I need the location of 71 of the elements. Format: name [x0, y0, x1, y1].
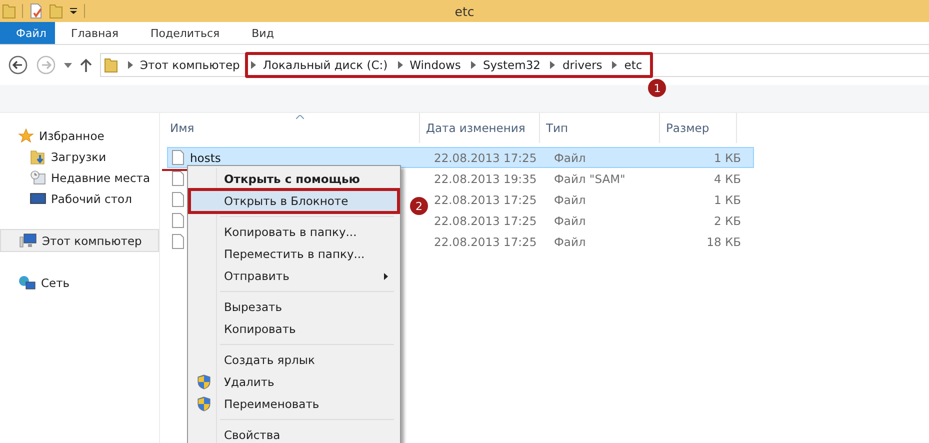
menu-item[interactable]: Копировать в папку... — [190, 221, 398, 243]
chevron-icon[interactable] — [612, 61, 618, 69]
ribbon-tab[interactable]: Главная — [55, 22, 135, 44]
menu-item[interactable]: Вырезать — [190, 296, 398, 318]
menu-item[interactable]: Свойства — [190, 424, 398, 443]
back-icon[interactable] — [8, 55, 28, 75]
menu-item[interactable]: Удалить — [190, 371, 398, 393]
window-title: etc — [454, 4, 476, 18]
file-icon — [172, 150, 184, 165]
folder-icon — [104, 57, 118, 73]
column-header[interactable]: Тип — [540, 113, 660, 143]
ribbon-tab[interactable]: Файл — [0, 22, 55, 44]
step-number-badge: 1 — [648, 79, 666, 97]
sidebar-item[interactable]: Загрузки — [0, 146, 159, 167]
shield-icon — [197, 396, 211, 412]
table-cell-text: 22.08.2013 17:25 — [433, 234, 538, 248]
table-cell-text: Файл — [553, 234, 587, 248]
sidebar-item[interactable]: Рабочий стол — [0, 188, 159, 209]
clock-window-icon — [30, 170, 46, 186]
table-cell-text: 22.08.2013 17:25 — [433, 192, 538, 206]
table-cell-text: Файл — [553, 214, 587, 228]
table-cell-text: Файл — [553, 150, 587, 164]
menu-item[interactable]: Открыть с помощью — [190, 168, 398, 190]
file-name: hosts — [190, 150, 221, 164]
sidebar-item[interactable]: Сеть — [0, 272, 159, 293]
table-cell-text: 2 КБ — [712, 214, 742, 228]
table-cell-text: 4 КБ — [712, 172, 742, 186]
menu-item[interactable]: Создать ярлык — [190, 349, 398, 371]
table-cell-text: 22.08.2013 17:25 — [433, 214, 538, 228]
menu-item[interactable]: Отправить — [190, 265, 398, 287]
network-icon — [18, 274, 36, 290]
table-cell-text: Файл — [553, 192, 587, 206]
dropdown-icon[interactable] — [64, 62, 72, 68]
folder-icon — [30, 148, 46, 164]
star-icon — [18, 128, 34, 144]
sidebar-item[interactable]: Избранное — [0, 125, 159, 146]
table-cell-text: 18 КБ — [706, 234, 742, 248]
column-header[interactable]: Размер — [660, 113, 737, 143]
chevron-icon[interactable] — [250, 61, 256, 69]
table-cell-text: 22.08.2013 19:35 — [433, 172, 538, 186]
chevron-icon[interactable] — [470, 61, 476, 69]
menu-item[interactable]: Копировать — [190, 318, 398, 340]
table-cell-text: 22.08.2013 17:25 — [433, 150, 538, 164]
breadcrumb[interactable]: Этот компьютер — [140, 58, 240, 72]
sidebar-item[interactable]: Этот компьютер — [0, 229, 159, 252]
step-number-badge: 2 — [410, 197, 428, 215]
document-icon[interactable] — [29, 3, 43, 19]
menu-item[interactable]: Переименовать — [190, 393, 398, 415]
table-cell-text: 1 КБ — [712, 192, 742, 206]
table-cell-text: 1 КБ — [712, 150, 742, 164]
chevron-icon[interactable] — [128, 61, 133, 69]
column-header[interactable]: Дата изменения — [420, 113, 540, 143]
ribbon-tab[interactable]: Поделиться — [134, 22, 236, 44]
breadcrumb[interactable]: System32 — [482, 58, 540, 72]
monitor-icon — [30, 192, 46, 206]
column-header[interactable]: Имя — [160, 113, 420, 143]
breadcrumb[interactable]: Windows — [410, 58, 461, 72]
chevron-icon[interactable] — [550, 61, 556, 69]
breadcrumb[interactable]: Локальный диск (C:) — [262, 58, 388, 72]
shield-icon — [197, 374, 211, 390]
chevron-icon[interactable] — [398, 61, 403, 69]
up-arrow-icon[interactable] — [80, 58, 92, 72]
computer-icon — [19, 232, 37, 248]
dropdown-icon[interactable] — [69, 7, 78, 15]
menu-item[interactable]: Переместить в папку... — [190, 243, 398, 265]
breadcrumb[interactable]: etc — [624, 58, 642, 72]
ribbon-tab[interactable]: Вид — [236, 22, 290, 44]
breadcrumb[interactable]: drivers — [562, 58, 602, 72]
table-cell-text: Файл "SAM" — [553, 172, 626, 186]
sidebar-item[interactable]: Недавние места — [0, 167, 159, 188]
submenu-arrow-icon — [384, 272, 388, 280]
